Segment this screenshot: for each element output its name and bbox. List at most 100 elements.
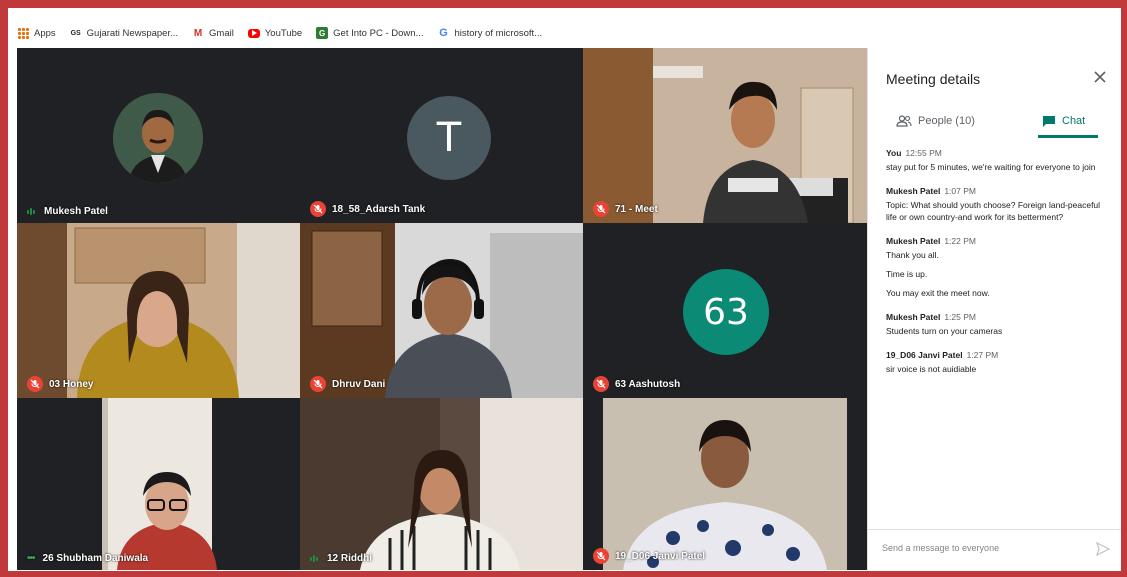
participant-name-row: Mukesh Patel [27,206,108,217]
participant-video [300,398,583,570]
chat-message-input[interactable] [882,543,1082,553]
browser-window: Apps GS Gujarati Newspaper... M Gmail Yo… [8,8,1121,571]
speaking-indicator-icon [310,555,319,562]
participant-name: 26 Shubham Daniwala [42,553,149,564]
participant-name-row: 18_58_Adarsh Tank [310,201,425,217]
avatar [113,93,203,183]
chat-message: Mukesh Patel 1:07 PM Topic: What should y… [886,186,1108,223]
participant-tile[interactable]: 63 63 Aashutosh [583,223,867,398]
participant-name-row: 63 Aashutosh [593,376,680,392]
participant-name-row: 12 Riddhi [310,553,372,564]
bookmark-gujarati-newspaper[interactable]: GS Gujarati Newspaper... [70,27,178,39]
mic-off-icon [27,376,43,392]
chat-message: 19_D06 Janvi Patel 1:27 PM sir voice is n… [886,350,1108,375]
tab-label: Chat [1062,115,1086,127]
bookmark-label: YouTube [264,27,303,39]
message-time: 1:27 PM [966,350,999,360]
participant-tile[interactable]: 12 Riddhi [300,398,583,570]
mic-off-icon [310,376,326,392]
avatar: 63 [683,269,769,355]
close-icon[interactable] [1093,68,1107,89]
google-icon: G [439,27,448,39]
participant-tile[interactable]: Mukesh Patel [17,48,300,223]
newspaper-icon: GS [70,29,81,37]
chat-message: Mukesh Patel 1:25 PM Students turn on you… [886,312,1108,337]
participant-tile[interactable]: T 18_58_Adarsh Tank [300,48,583,223]
message-time: 1:22 PM [944,236,976,246]
bookmark-gmail[interactable]: M Gmail [192,27,234,39]
meeting-details-panel: Meeting details People (10) Chat You 12:5… [867,48,1121,571]
bookmark-history-of-microsoft[interactable]: G history of microsoft... [437,27,542,39]
youtube-icon [247,28,260,38]
panel-title: Meeting details [886,71,981,87]
bookmark-label: history of microsoft... [454,27,543,39]
bookmark-youtube[interactable]: YouTube [247,27,303,39]
bookmark-apps[interactable]: Apps [18,27,56,39]
active-tab-indicator [1038,135,1098,138]
participant-video [300,223,583,398]
bookmark-label: Apps [34,27,56,39]
gmail-icon: M [193,27,203,39]
participant-tile[interactable]: Dhruv Dani [300,223,583,398]
message-sender: Mukesh Patel [886,236,941,246]
participant-video [17,223,300,398]
participant-tile[interactable]: 03 Honey [17,223,300,398]
participant-name: 03 Honey [49,378,94,390]
participant-name: 71 - Meet [615,203,658,215]
chat-message: Mukesh Patel 1:22 PM Thank you all. Time … [886,236,1108,299]
getintopc-icon: G [316,27,329,39]
message-text: You may exit the meet now. [886,288,990,298]
people-icon [896,115,912,127]
message-text: Thank you all. [886,250,939,260]
message-time: 1:07 PM [944,186,976,196]
video-grid: Mukesh Patel T 18_58_Adarsh Tank 71 - Me… [17,48,867,570]
participant-name-row: 19_D06 Janvi Patel [593,548,705,564]
tab-chat[interactable]: Chat [1042,106,1085,136]
speaking-indicator-icon [27,208,36,215]
participant-name: 19_D06 Janvi Patel [615,550,706,562]
tab-people[interactable]: People (10) [896,106,975,136]
send-icon[interactable] [1095,541,1111,561]
mic-off-icon [593,201,609,217]
message-text: Students turn on your cameras [886,326,1003,336]
participant-tile[interactable]: 71 - Meet [583,48,867,223]
message-sender: You [886,148,902,158]
message-sender: 19_D06 Janvi Patel [886,350,963,360]
chat-message-list: You 12:55 PM stay put for 5 minutes, we'r… [886,148,1108,388]
participant-name-row: 71 - Meet [593,201,658,217]
participant-video [583,48,867,223]
message-text: Time is up. [886,269,928,279]
tab-label: People (10) [918,115,975,127]
apps-grid-icon [18,27,29,39]
participant-name-row: ••• 26 Shubham Daniwala [27,553,148,564]
message-text: sir voice is not auidiable [886,364,977,374]
participant-video [17,398,300,570]
bookmark-label: Gmail [209,27,234,39]
message-text: stay put for 5 minutes, we're waiting fo… [886,162,1096,172]
mic-off-icon [310,201,326,217]
participant-name-row: Dhruv Dani [310,376,385,392]
bookmarks-bar: Apps GS Gujarati Newspaper... M Gmail Yo… [8,18,1121,48]
participant-video [583,398,867,570]
participant-name: 18_58_Adarsh Tank [332,203,426,215]
participant-tile[interactable]: 19_D06 Janvi Patel [583,398,867,570]
chat-message: You 12:55 PM stay put for 5 minutes, we'r… [886,148,1108,173]
participant-name: 12 Riddhi [327,553,373,564]
bookmark-label: Gujarati Newspaper... [86,27,179,39]
bookmark-label: Get Into PC - Down... [333,27,424,39]
participant-tile[interactable]: ••• 26 Shubham Daniwala [17,398,300,570]
participant-name: 63 Aashutosh [615,378,681,390]
message-sender: Mukesh Patel [886,186,941,196]
bookmark-get-into-pc[interactable]: G Get Into PC - Down... [316,27,423,39]
mic-off-icon [593,548,609,564]
chat-icon [1042,115,1056,128]
message-text: Topic: What should youth choose? Foreign… [886,200,1101,222]
message-time: 1:25 PM [944,312,976,322]
chat-compose-bar [868,529,1121,571]
connecting-indicator-icon: ••• [27,553,35,564]
participant-name: Mukesh Patel [44,206,108,217]
participant-name: Dhruv Dani [332,378,386,390]
mic-off-icon [593,376,609,392]
message-time: 12:55 PM [905,148,942,158]
message-sender: Mukesh Patel [886,312,941,322]
